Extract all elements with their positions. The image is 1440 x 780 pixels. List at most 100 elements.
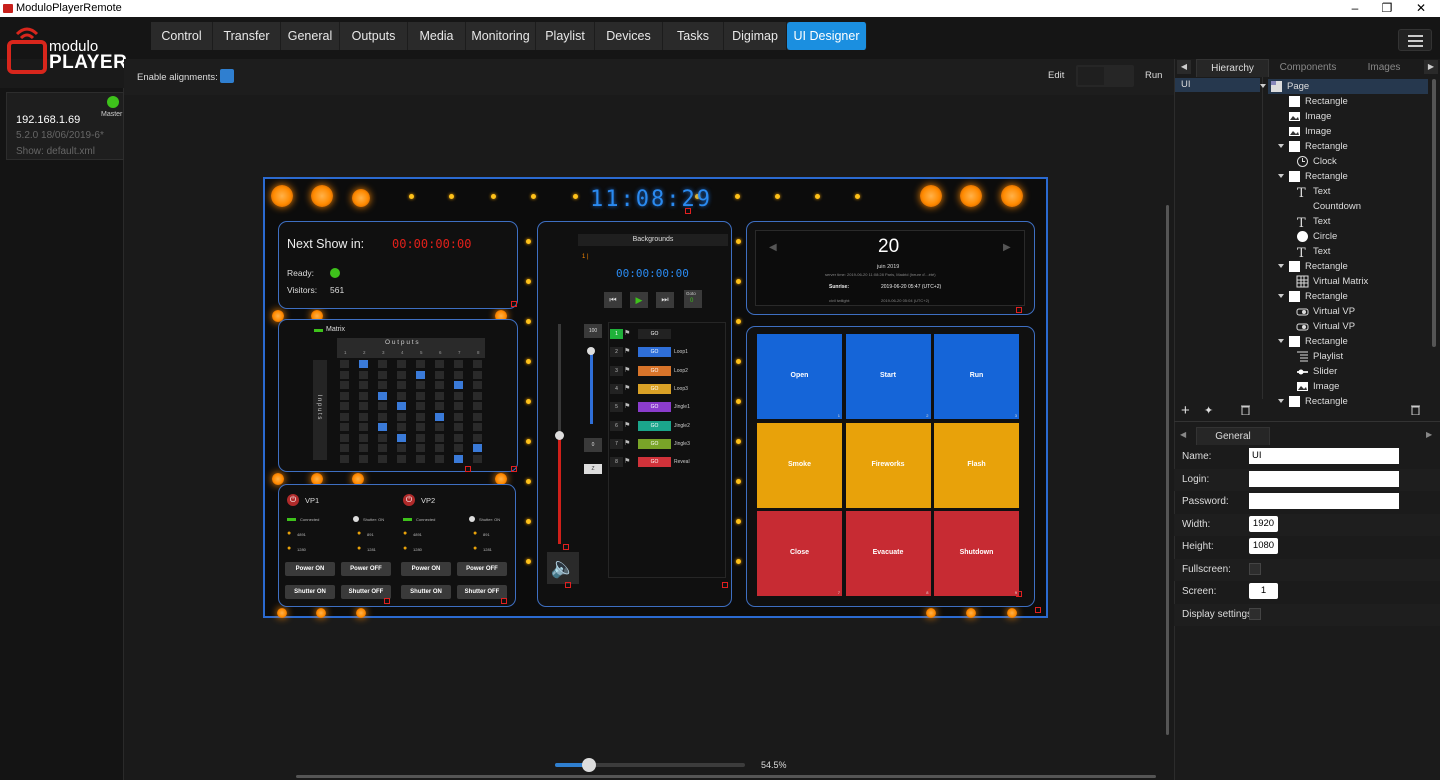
tab-hierarchy[interactable]: Hierarchy bbox=[1196, 59, 1269, 77]
selection-handle[interactable] bbox=[563, 544, 569, 550]
vp-button-shutter-off[interactable]: Shutter OFF bbox=[341, 585, 391, 599]
volume-zero-button[interactable]: Z bbox=[584, 464, 602, 474]
matrix-cell[interactable] bbox=[359, 423, 368, 431]
playlist-track[interactable]: 3 ⚑ GO Loop2 bbox=[610, 365, 722, 380]
tree-item-playlist[interactable]: Playlist bbox=[1268, 349, 1428, 364]
matrix-cell[interactable] bbox=[359, 381, 368, 389]
track-go-button[interactable]: GO bbox=[638, 420, 671, 431]
matrix-cell[interactable] bbox=[359, 454, 368, 463]
matrix-cell[interactable] bbox=[359, 433, 368, 442]
action-button-run[interactable]: Run 3 bbox=[934, 334, 1019, 419]
matrix-cell[interactable] bbox=[454, 402, 463, 410]
matrix-cell[interactable] bbox=[378, 381, 387, 389]
matrix-cell[interactable] bbox=[378, 402, 387, 410]
matrix-cell[interactable] bbox=[454, 444, 463, 452]
matrix-cell[interactable] bbox=[454, 381, 463, 389]
tree-item-clock[interactable]: Clock bbox=[1268, 154, 1428, 169]
matrix-cell[interactable] bbox=[473, 423, 482, 431]
ui-list-item[interactable]: UI bbox=[1175, 78, 1260, 92]
server-card[interactable]: 192.168.1.69 Master 5.2.0 18/06/2019-6* … bbox=[6, 92, 124, 160]
tree-item-image[interactable]: Image bbox=[1268, 124, 1428, 139]
power-icon[interactable]: ⏻ bbox=[287, 494, 299, 506]
matrix-cell[interactable] bbox=[340, 391, 349, 400]
vp-button-power-on[interactable]: Power ON bbox=[401, 562, 451, 576]
matrix-cell[interactable] bbox=[435, 370, 444, 379]
expand-arrow-icon[interactable] bbox=[1278, 264, 1284, 268]
track-go-button[interactable]: GO bbox=[638, 365, 671, 376]
matrix-cell[interactable] bbox=[397, 381, 406, 389]
matrix-cell[interactable] bbox=[473, 360, 482, 368]
matrix-cell[interactable] bbox=[397, 370, 406, 379]
tree-item-rectangle[interactable]: Rectangle bbox=[1268, 289, 1428, 304]
matrix-cell[interactable] bbox=[416, 381, 425, 389]
tabs-right-arrow-icon[interactable]: ▶ bbox=[1424, 60, 1438, 74]
volume-max-button[interactable]: 100 bbox=[584, 324, 602, 338]
selection-handle[interactable] bbox=[722, 582, 728, 588]
matrix-cell[interactable] bbox=[397, 433, 406, 442]
playlist-fader-thumb[interactable] bbox=[587, 347, 595, 355]
matrix-cell[interactable] bbox=[416, 444, 425, 452]
prop-input[interactable] bbox=[1249, 470, 1399, 487]
tree-item-rectangle[interactable]: Rectangle bbox=[1268, 169, 1428, 184]
tree-item-image[interactable]: Image bbox=[1268, 109, 1428, 124]
matrix-cell[interactable] bbox=[378, 423, 387, 431]
vp-button-shutter-on[interactable]: Shutter ON bbox=[285, 585, 335, 599]
matrix-cell[interactable] bbox=[416, 433, 425, 442]
tree-item-virtual-vp[interactable]: Virtual VP bbox=[1268, 319, 1428, 334]
tab-general[interactable]: General bbox=[1196, 427, 1270, 445]
matrix-cell[interactable] bbox=[359, 412, 368, 421]
prop-input[interactable]: 1 bbox=[1249, 583, 1278, 599]
vp-button-shutter-off[interactable]: Shutter OFF bbox=[457, 585, 507, 599]
expand-arrow-icon[interactable] bbox=[1278, 399, 1284, 403]
expand-arrow-icon[interactable] bbox=[1278, 294, 1284, 298]
matrix-cell[interactable] bbox=[454, 423, 463, 431]
matrix-cell[interactable] bbox=[454, 433, 463, 442]
tab-outputs[interactable]: Outputs bbox=[340, 22, 408, 50]
matrix-cell[interactable] bbox=[340, 381, 349, 389]
matrix-cell[interactable] bbox=[397, 360, 406, 368]
playlist-fader[interactable] bbox=[590, 349, 593, 424]
matrix-cell[interactable] bbox=[416, 454, 425, 463]
tree-item-countdown[interactable]: Countdown bbox=[1268, 199, 1428, 214]
close-icon[interactable]: ✕ bbox=[1406, 0, 1436, 17]
next-icon[interactable]: ⏭ bbox=[656, 292, 674, 308]
selection-handle[interactable] bbox=[465, 466, 471, 472]
track-go-button[interactable]: GO bbox=[638, 438, 671, 449]
matrix-cell[interactable] bbox=[416, 423, 425, 431]
props-left-arrow-icon[interactable]: ◀ bbox=[1180, 430, 1186, 439]
tab-playlist[interactable]: Playlist bbox=[536, 22, 595, 50]
matrix-cell[interactable] bbox=[435, 360, 444, 368]
action-button-smoke[interactable]: Smoke bbox=[757, 422, 842, 508]
tree-item-virtual-matrix[interactable]: Virtual Matrix bbox=[1268, 274, 1428, 289]
edit-label[interactable]: Edit bbox=[1048, 70, 1064, 81]
matrix-cell[interactable] bbox=[359, 360, 368, 368]
matrix-cell[interactable] bbox=[378, 444, 387, 452]
tree-item-circle[interactable]: Circle bbox=[1268, 229, 1428, 244]
prop-input[interactable] bbox=[1249, 493, 1399, 509]
matrix-cell[interactable] bbox=[378, 454, 387, 463]
action-button-open[interactable]: Open 1 bbox=[757, 334, 842, 419]
playlist-track[interactable]: 6 ⚑ GO Jingle2 bbox=[610, 420, 722, 435]
matrix-cell[interactable] bbox=[473, 402, 482, 410]
delete-icon[interactable] bbox=[1240, 404, 1251, 416]
tree-item-text[interactable]: T Text bbox=[1268, 184, 1428, 201]
selection-handle[interactable] bbox=[685, 208, 691, 214]
matrix-cell[interactable] bbox=[378, 370, 387, 379]
matrix-cell[interactable] bbox=[340, 402, 349, 410]
expand-arrow-icon[interactable] bbox=[1278, 339, 1284, 343]
prop-input[interactable]: UI bbox=[1249, 448, 1399, 464]
matrix-cell[interactable] bbox=[416, 370, 425, 379]
matrix-cell[interactable] bbox=[397, 423, 406, 431]
selection-handle[interactable] bbox=[511, 301, 517, 307]
matrix-cell[interactable] bbox=[435, 423, 444, 431]
tree-item-rectangle[interactable]: Rectangle bbox=[1268, 139, 1428, 154]
tab-control[interactable]: Control bbox=[151, 22, 213, 50]
matrix-cell[interactable] bbox=[435, 402, 444, 410]
action-button-start[interactable]: Start 2 bbox=[845, 334, 931, 419]
previous-icon[interactable]: ⏮ bbox=[604, 292, 622, 308]
matrix-cell[interactable] bbox=[435, 454, 444, 463]
playlist-track[interactable]: 1 ⚑ GO bbox=[610, 329, 722, 343]
volume-fader-thumb[interactable] bbox=[555, 431, 564, 440]
expand-arrow-icon[interactable] bbox=[1260, 84, 1266, 88]
volume-fader[interactable] bbox=[555, 324, 564, 544]
